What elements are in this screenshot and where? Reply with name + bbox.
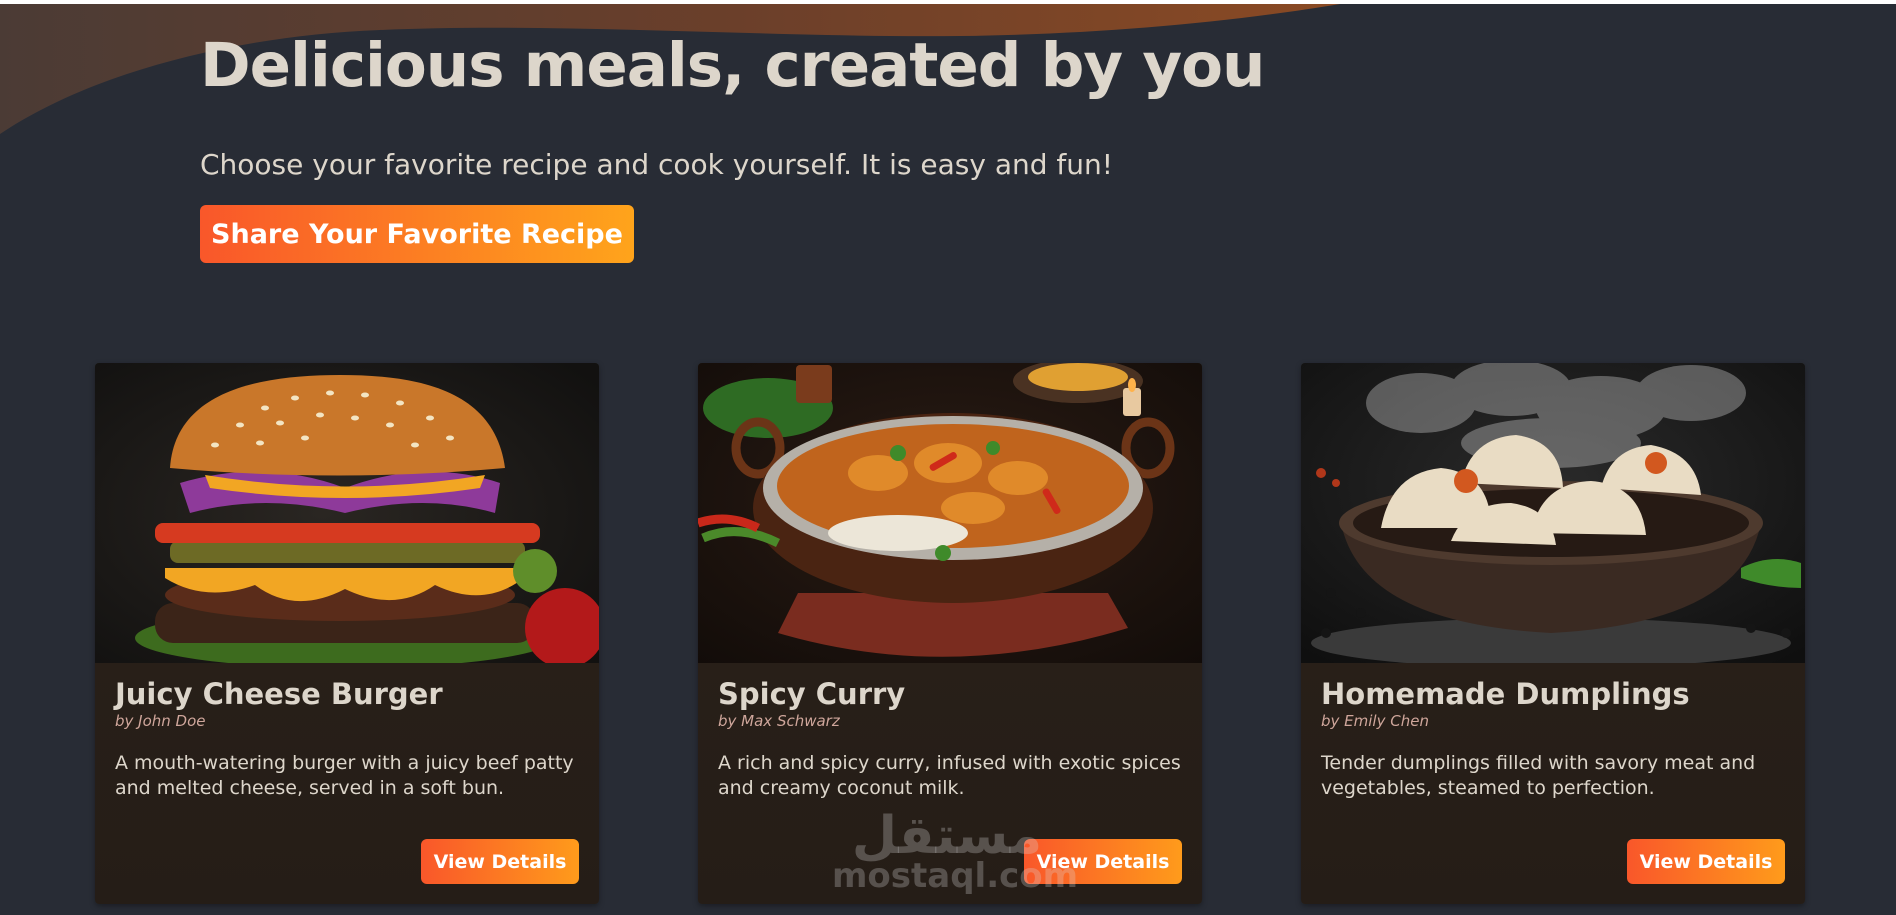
meal-author: by John Doe [115,712,206,730]
meal-summary: A rich and spicy curry, infused with exo… [718,752,1181,799]
meal-summary: Tender dumplings filled with savory meat… [1321,752,1756,799]
dumplings-image[interactable] [1301,363,1805,663]
meal-card-burger[interactable]: Juicy Cheese Burger by John Doe A mouth-… [95,363,599,904]
page-subtitle: Choose your favorite recipe and cook you… [200,148,1113,181]
curry-image[interactable] [698,363,1202,663]
view-details-button[interactable]: View Details [421,839,579,884]
meal-card-curry[interactable]: Spicy Curry by Max Schwarz A rich and sp… [698,363,1202,904]
meal-title: Spicy Curry [718,677,906,711]
meal-card-dumplings[interactable]: Homemade Dumplings by Emily Chen Tender … [1301,363,1805,904]
meal-title: Homemade Dumplings [1321,677,1690,711]
meal-author: by Max Schwarz [718,712,840,730]
burger-image[interactable] [95,363,599,663]
meal-summary: A mouth-watering burger with a juicy bee… [115,752,574,799]
meal-author: by Emily Chen [1321,712,1429,730]
view-details-button[interactable]: View Details [1024,839,1182,884]
page-headline: Delicious meals, created by you [200,30,1265,101]
meal-title: Juicy Cheese Burger [115,677,443,711]
view-details-button[interactable]: View Details [1627,839,1785,884]
share-recipe-button[interactable]: Share Your Favorite Recipe [200,205,634,263]
